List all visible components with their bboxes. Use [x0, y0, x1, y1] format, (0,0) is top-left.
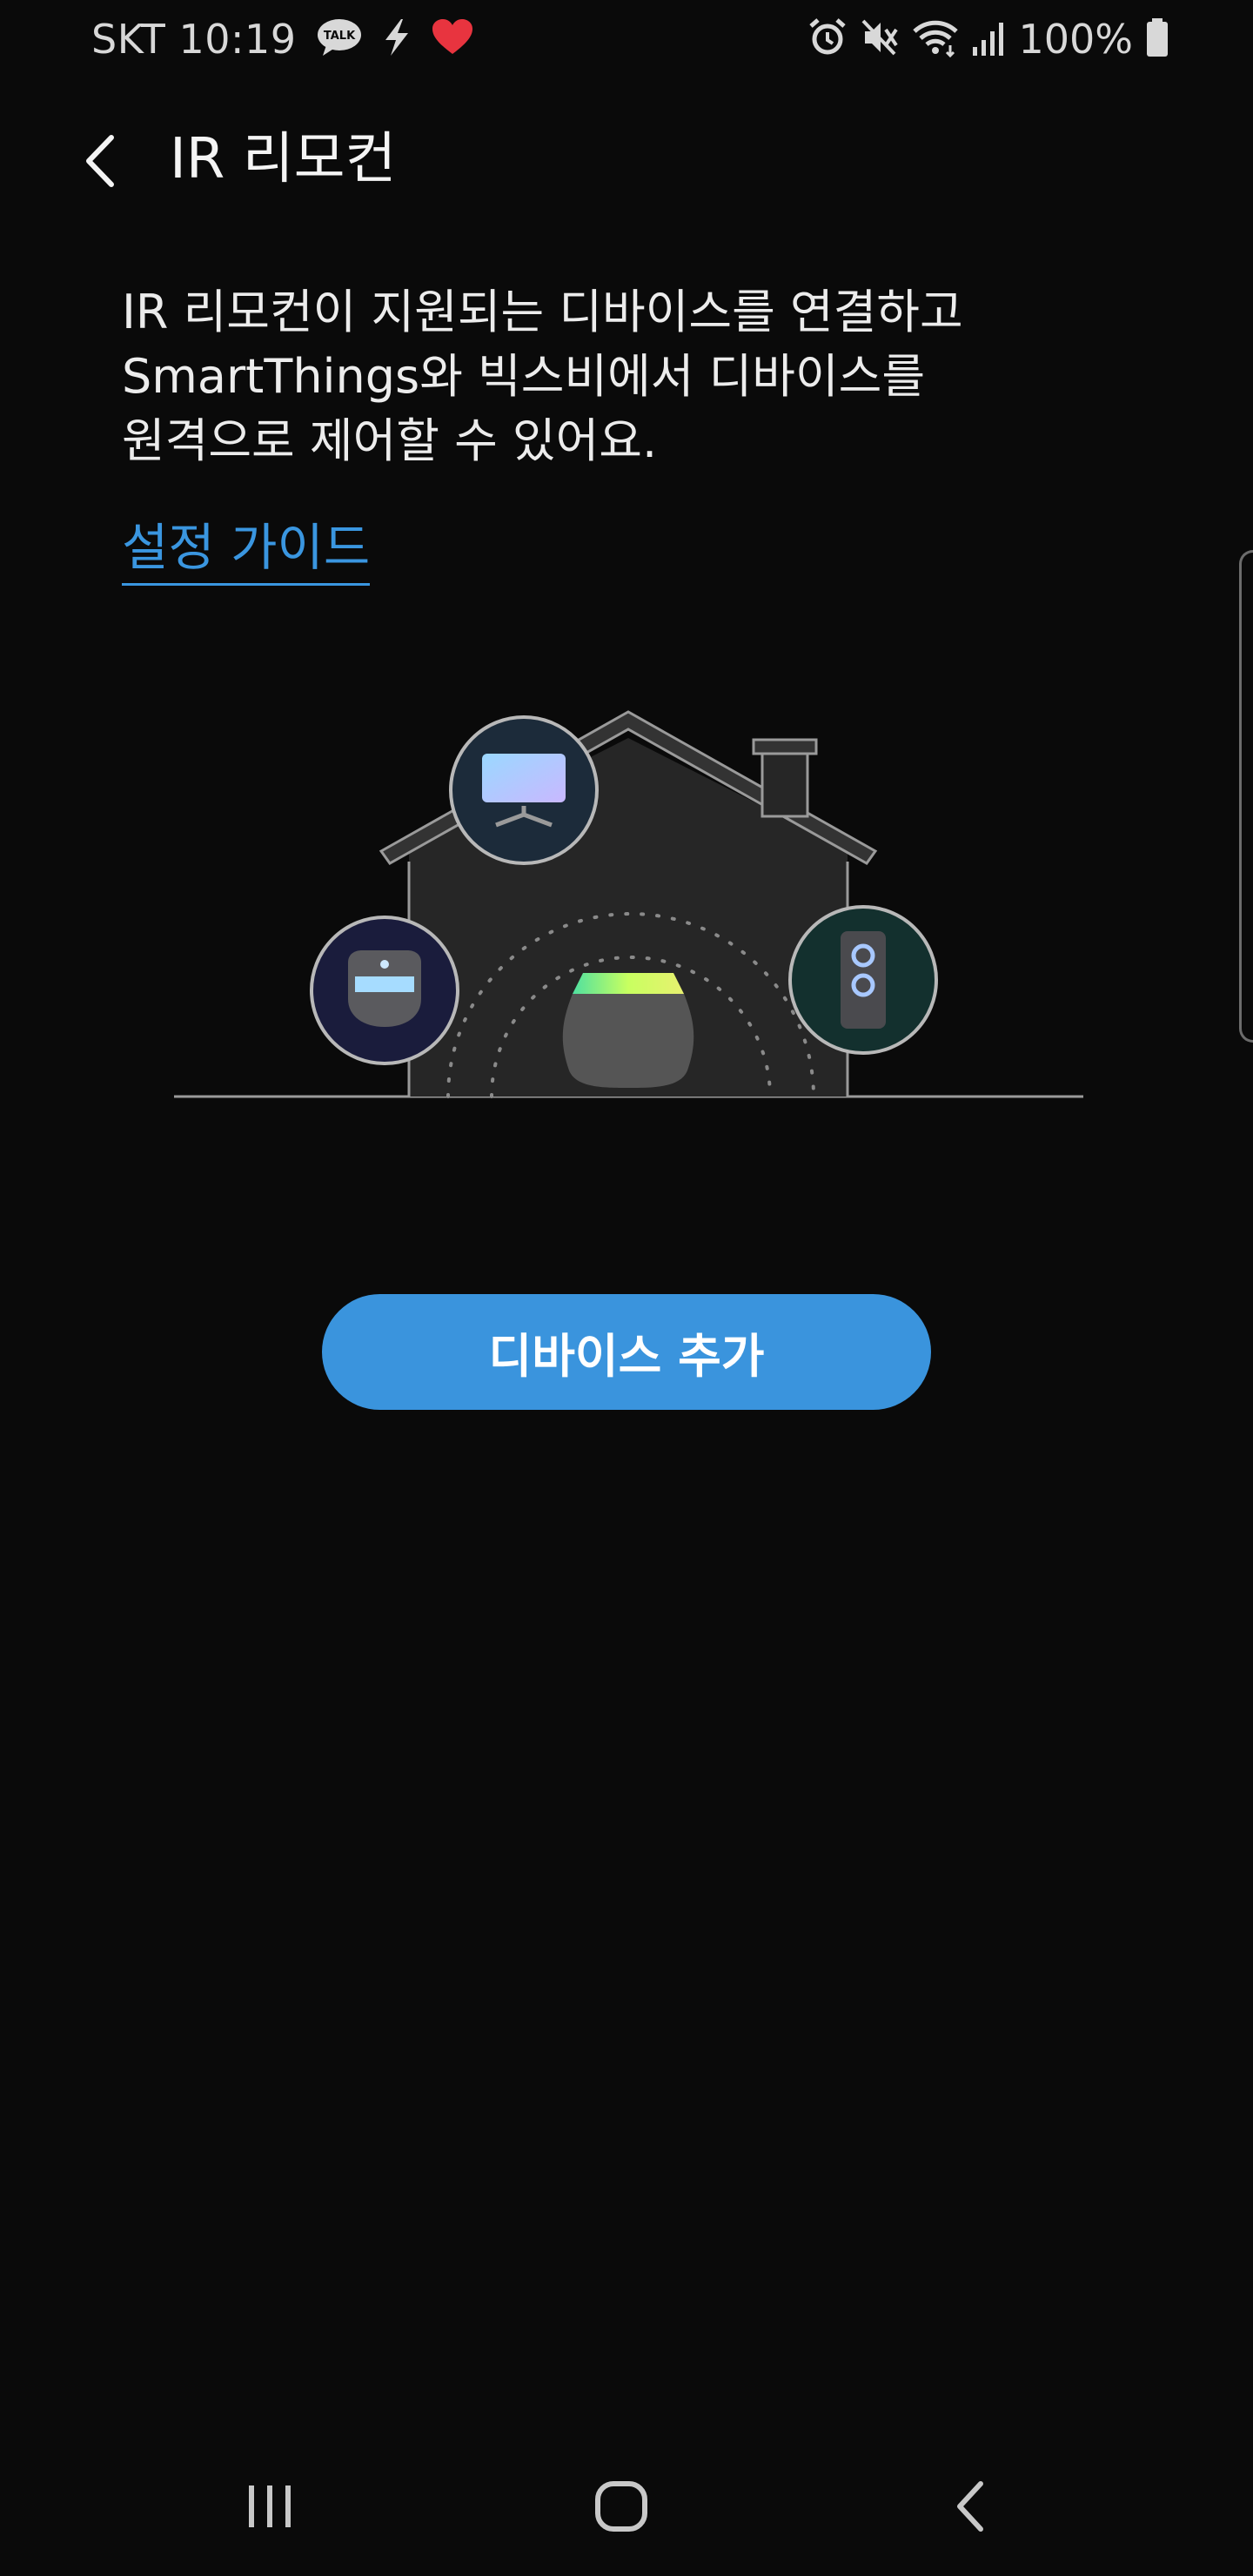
home-button[interactable]	[578, 2472, 665, 2541]
carrier-time: SKT 10:19	[91, 16, 297, 63]
add-device-button[interactable]: 디바이스 추가	[322, 1294, 931, 1410]
lightning-icon	[382, 17, 412, 61]
tv-icon	[449, 715, 599, 865]
battery-percent: 100%	[1018, 16, 1133, 63]
app-header: IR 리모컨	[0, 104, 1253, 218]
setup-guide-link[interactable]: 설정 가이드	[122, 517, 371, 586]
wifi-icon	[912, 17, 959, 61]
status-left: SKT 10:19 TALK	[91, 10, 474, 68]
back-button[interactable]	[61, 122, 139, 200]
description-text: IR 리모컨이 지원되는 디바이스를 연결하고 SmartThings와 빅스비…	[122, 280, 1131, 473]
signal-icon	[971, 17, 1006, 61]
alarm-icon	[807, 17, 848, 61]
description-line: 원격으로 제어할 수 있어요.	[122, 413, 658, 468]
home-icon	[595, 2481, 647, 2532]
recent-apps-icon	[249, 2485, 291, 2527]
status-bar: SKT 10:19 TALK 100%	[0, 0, 1253, 78]
nav-back-button[interactable]	[928, 2472, 1015, 2541]
battery-icon	[1145, 17, 1169, 61]
navigation-bar	[0, 2437, 1253, 2576]
status-right: 100%	[795, 10, 1169, 68]
speaker-icon	[788, 905, 938, 1055]
recent-apps-button[interactable]	[226, 2472, 313, 2541]
scroll-indicator[interactable]	[1239, 550, 1253, 1043]
back-icon	[957, 2481, 983, 2532]
chevron-left-icon	[86, 135, 114, 187]
smart-hub-icon	[562, 973, 694, 1088]
heart-icon	[431, 17, 474, 61]
illustration	[165, 696, 1088, 1114]
air-conditioner-icon	[310, 916, 459, 1065]
mute-icon	[860, 17, 900, 61]
kakaotalk-icon: TALK	[316, 17, 363, 61]
description-line: SmartThings와 빅스비에서 디바이스를	[122, 349, 926, 404]
page-title: IR 리모컨	[170, 127, 397, 191]
svg-text:TALK: TALK	[323, 30, 355, 43]
description-line: IR 리모컨이 지원되는 디바이스를 연결하고	[122, 285, 963, 339]
